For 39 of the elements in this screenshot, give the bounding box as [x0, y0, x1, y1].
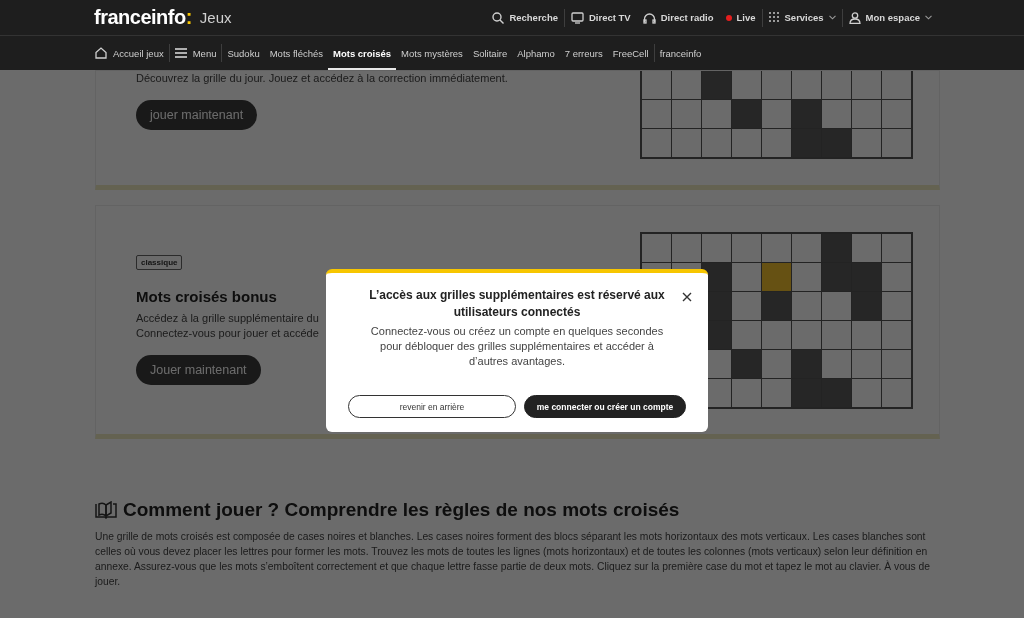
section-heading: Comment jouer ? Comprendre les règles de nos mots croisés	[123, 499, 680, 521]
tv-icon	[571, 11, 584, 24]
nav-tab[interactable]: franceinfo	[654, 36, 707, 70]
grid-icon	[768, 12, 780, 23]
nav-tab[interactable]: Alphamo	[512, 36, 560, 70]
nav-tab[interactable]: FreeCell	[607, 36, 654, 70]
card-description: Découvrez la grille du jour. Jouez et accédez à la correction immédiatement.	[136, 71, 508, 86]
header-link[interactable]: Mon espace	[842, 11, 938, 24]
dialog-text: Connectez-vous ou créez un compte en quelques secondes pour débloquer des grilles supplémentaires et accéder à d’autres avantages.	[369, 324, 665, 369]
nav-tab[interactable]: Solitaire	[467, 36, 513, 70]
card-description: Accédez à la grille supplémentaire du	[136, 311, 319, 326]
book-icon	[95, 501, 117, 519]
nav-tab[interactable]: 7 erreurs	[559, 36, 608, 70]
nav-tab[interactable]: Accueil jeux	[90, 36, 169, 70]
card-description: Connectez-vous pour jouer et accéde	[136, 326, 319, 341]
category-badge: classique	[136, 255, 183, 270]
nav-tab[interactable]: Mots mystères	[396, 36, 468, 70]
login-button[interactable]: me connecter ou créer un compte	[524, 395, 686, 418]
header-link[interactable]: Recherche	[486, 11, 564, 24]
live-dot-icon	[725, 14, 732, 21]
nav-tab[interactable]: Mots croisés	[328, 36, 397, 70]
nav-tab[interactable]: Mots fléchés	[264, 36, 329, 70]
header-link[interactable]: Services	[762, 12, 842, 23]
nav-tab[interactable]: Sudoku	[222, 36, 265, 70]
headphones-icon	[642, 11, 656, 24]
header-link[interactable]: Direct TV	[565, 11, 637, 24]
back-button[interactable]: revenir en arrière	[348, 395, 516, 418]
section-title: Jeux	[199, 9, 232, 26]
header-link[interactable]: Live	[719, 12, 762, 23]
site-logo[interactable]: franceinfo:	[94, 6, 192, 29]
home-icon	[95, 47, 107, 59]
rules-paragraph: Une grille de mots croisés est composée de cases noires et blanches. Les cases noires forment des blocs séparant les mots horizontaux des mots verticaux. Les cases blanches sont celles où vous devez placer les lettres pour former les mots. Trouvez les mots de toutes les lignes (mots horizontaux) et de toutes les colonnes (mots verticaux) selon leur définition en annexe. Assurez-vous que les mots s’emboîtent correctement et que chaque lettre fasse partie de deux mots. Cliquez sur la première case du mot et tapez le mot au clavier. À vous de jouer.	[95, 530, 932, 589]
nav-tab[interactable]: Menu	[169, 36, 222, 70]
user-icon	[848, 11, 861, 24]
menu-icon	[174, 48, 187, 58]
header-link[interactable]: Direct radio	[636, 11, 720, 24]
dialog-title: L’accès aux grilles supplémentaires est réservé aux utilisateurs connectés	[368, 287, 666, 321]
search-icon	[492, 11, 505, 24]
card-title: Mots croisés bonus	[136, 288, 277, 305]
